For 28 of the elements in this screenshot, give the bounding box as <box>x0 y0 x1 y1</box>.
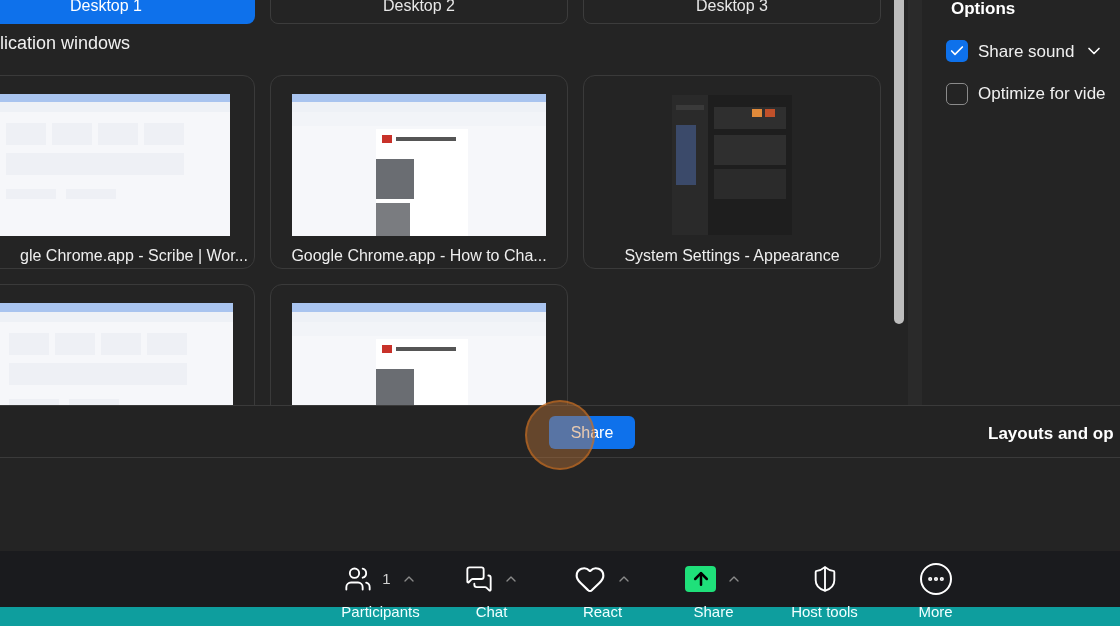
options-title: Options <box>950 0 1017 20</box>
participant-count: 1 <box>382 568 391 589</box>
scrollbar-thumb[interactable] <box>894 0 904 324</box>
more-icon <box>919 563 952 595</box>
toolbar-label: More <box>918 603 953 621</box>
toolbar-button[interactable] <box>685 566 716 592</box>
toolbar-label: Host tools <box>791 603 858 621</box>
checkbox[interactable] <box>946 40 968 63</box>
checkbox[interactable] <box>946 82 968 105</box>
participants-icon <box>344 565 373 593</box>
section-title: lication windows <box>0 32 132 55</box>
chat-icon <box>464 565 493 593</box>
layouts-label: Layouts and op <box>988 423 1114 445</box>
window-label: gle Chrome.app - Scribe | Wor... <box>20 246 248 266</box>
option-label: Optimize for vide <box>978 83 1106 105</box>
option-label: Share sound <box>978 40 1075 63</box>
toolbar-button[interactable] <box>344 565 373 593</box>
window-card[interactable]: System Settings - Appearance <box>583 75 881 269</box>
toolbar-label: Share <box>693 603 734 621</box>
toolbar-label: Participants <box>341 603 420 621</box>
toolbar-button[interactable] <box>919 563 952 595</box>
window-card[interactable]: gle Chrome.app - Scribe | Wor... <box>0 75 255 269</box>
window-card[interactable]: Google Chrome.app - How to Cha... <box>270 75 568 269</box>
toolbar-label: Chat <box>475 603 508 621</box>
window-label: Google Chrome.app - How to Cha... <box>291 246 547 266</box>
window-label: System Settings - Appearance <box>624 246 840 266</box>
toolbar-button[interactable] <box>464 565 493 593</box>
toolbar-label: React <box>582 603 623 621</box>
